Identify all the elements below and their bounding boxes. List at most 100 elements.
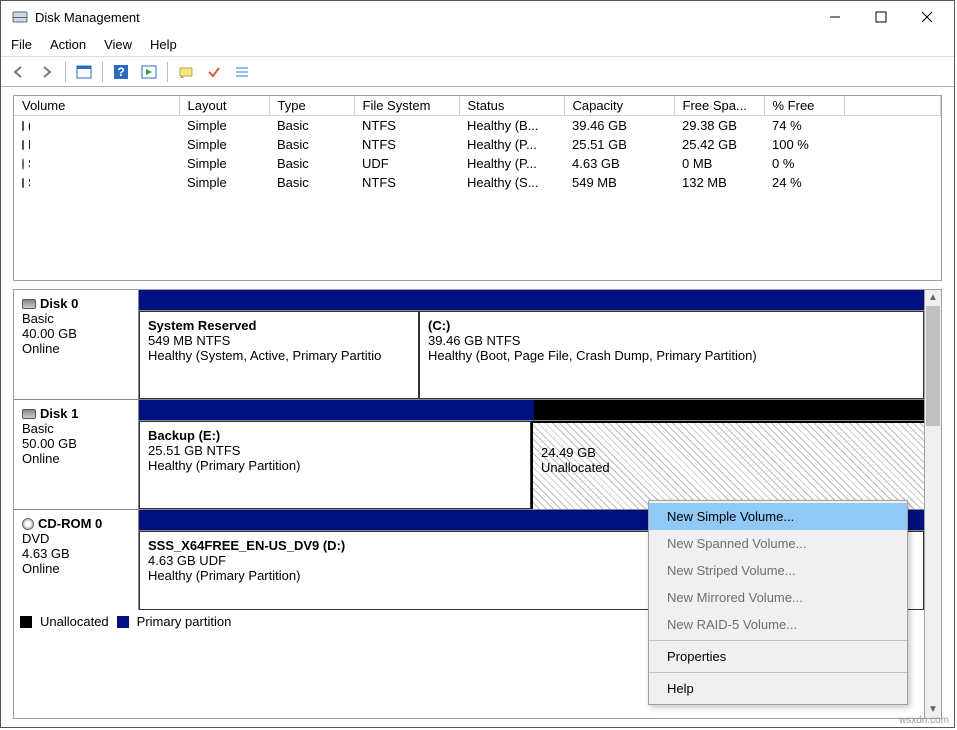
col-filesystem[interactable]: File System bbox=[354, 96, 459, 116]
disk1-partition-backup[interactable]: Backup (E:) 25.51 GB NTFS Healthy (Prima… bbox=[139, 421, 531, 509]
cell-volume: Backup (E:) bbox=[28, 137, 30, 152]
scrollbar[interactable]: ▲ ▼ bbox=[924, 289, 942, 719]
minimize-button[interactable] bbox=[812, 3, 858, 31]
cell-capacity: 39.46 GB bbox=[564, 116, 674, 136]
volume-table: Volume Layout Type File System Status Ca… bbox=[14, 96, 941, 192]
col-free[interactable]: Free Spa... bbox=[674, 96, 764, 116]
partition-size: 549 MB NTFS bbox=[148, 333, 410, 348]
ctx-new-spanned-volume: New Spanned Volume... bbox=[649, 530, 907, 557]
disk-icon bbox=[22, 140, 24, 150]
partition-name: System Reserved bbox=[148, 318, 410, 333]
legend-unallocated-label: Unallocated bbox=[40, 614, 109, 629]
cell-layout: Simple bbox=[179, 116, 269, 136]
menu-view[interactable]: View bbox=[104, 37, 132, 52]
col-capacity[interactable]: Capacity bbox=[564, 96, 674, 116]
disk1-size: 50.00 GB bbox=[22, 436, 130, 451]
list-icon[interactable] bbox=[230, 60, 254, 84]
table-row[interactable]: System ReservedSimpleBasicNTFSHealthy (S… bbox=[14, 173, 941, 192]
disk0-partition-system-reserved[interactable]: System Reserved 549 MB NTFS Healthy (Sys… bbox=[139, 311, 419, 399]
cell-capacity: 549 MB bbox=[564, 173, 674, 192]
col-status[interactable]: Status bbox=[459, 96, 564, 116]
cell-free: 132 MB bbox=[674, 173, 764, 192]
ctx-separator bbox=[649, 672, 907, 673]
cdrom0-state: Online bbox=[22, 561, 130, 576]
cell-fs: NTFS bbox=[354, 135, 459, 154]
cdrom0-size: 4.63 GB bbox=[22, 546, 130, 561]
disk1-partitions: Backup (E:) 25.51 GB NTFS Healthy (Prima… bbox=[139, 400, 924, 509]
maximize-button[interactable] bbox=[858, 3, 904, 31]
cell-free: 25.42 GB bbox=[674, 135, 764, 154]
watermark: wsxdn.com bbox=[899, 715, 949, 726]
disk1-unallocated[interactable]: 24.49 GB Unallocated bbox=[531, 421, 924, 509]
cell-fs: NTFS bbox=[354, 116, 459, 136]
ctx-help[interactable]: Help bbox=[649, 675, 907, 702]
settings-icon[interactable] bbox=[202, 60, 226, 84]
cell-capacity: 25.51 GB bbox=[564, 135, 674, 154]
titlebar[interactable]: Disk Management bbox=[1, 1, 954, 33]
close-button[interactable] bbox=[904, 3, 950, 31]
cdrom0-label[interactable]: CD-ROM 0 DVD 4.63 GB Online bbox=[14, 510, 139, 610]
help-icon[interactable]: ? bbox=[109, 60, 133, 84]
partition-status: Healthy (Primary Partition) bbox=[148, 458, 522, 473]
scroll-thumb[interactable] bbox=[926, 306, 940, 426]
cell-pct: 0 % bbox=[764, 154, 844, 173]
disk0-partition-c[interactable]: (C:) 39.46 GB NTFS Healthy (Boot, Page F… bbox=[419, 311, 924, 399]
menu-action[interactable]: Action bbox=[50, 37, 86, 52]
toolbar-action-icon[interactable] bbox=[137, 60, 161, 84]
cell-fs: UDF bbox=[354, 154, 459, 173]
disk0-label[interactable]: Disk 0 Basic 40.00 GB Online bbox=[14, 290, 139, 399]
cell-status: Healthy (P... bbox=[459, 135, 564, 154]
partition-status: Healthy (Boot, Page File, Crash Dump, Pr… bbox=[428, 348, 915, 363]
legend-primary-swatch bbox=[117, 616, 129, 628]
legend-primary-label: Primary partition bbox=[137, 614, 232, 629]
unallocated-size: 24.49 GB bbox=[541, 445, 916, 460]
disk-management-icon bbox=[11, 8, 29, 26]
col-pctfree[interactable]: % Free bbox=[764, 96, 844, 116]
partition-status: Healthy (System, Active, Primary Partiti… bbox=[148, 348, 410, 363]
toolbar-show-hide-icon[interactable] bbox=[72, 60, 96, 84]
ctx-new-simple-volume[interactable]: New Simple Volume... bbox=[649, 503, 907, 530]
disk-icon bbox=[22, 299, 36, 309]
cell-pct: 100 % bbox=[764, 135, 844, 154]
col-layout[interactable]: Layout bbox=[179, 96, 269, 116]
partition-stripe bbox=[139, 290, 924, 310]
table-row[interactable]: Backup (E:)SimpleBasicNTFSHealthy (P...2… bbox=[14, 135, 941, 154]
disk0-state: Online bbox=[22, 341, 130, 356]
col-volume[interactable]: Volume bbox=[14, 96, 179, 116]
cdrom0-name: CD-ROM 0 bbox=[38, 516, 102, 531]
disk1-name: Disk 1 bbox=[40, 406, 78, 421]
partition-name: Backup (E:) bbox=[148, 428, 522, 443]
table-row[interactable]: SSS_X64FREE_EN-...SimpleBasicUDFHealthy … bbox=[14, 154, 941, 173]
cd-icon bbox=[22, 158, 24, 170]
cd-icon bbox=[22, 518, 34, 530]
ctx-new-mirrored-volume: New Mirrored Volume... bbox=[649, 584, 907, 611]
cell-status: Healthy (B... bbox=[459, 116, 564, 136]
window-title: Disk Management bbox=[35, 10, 140, 25]
ctx-separator bbox=[649, 640, 907, 641]
back-button[interactable] bbox=[7, 60, 31, 84]
unallocated-label: Unallocated bbox=[541, 460, 916, 475]
scroll-up-icon[interactable]: ▲ bbox=[925, 290, 941, 306]
ctx-properties[interactable]: Properties bbox=[649, 643, 907, 670]
disk1-row: Disk 1 Basic 50.00 GB Online Backup (E:) bbox=[14, 400, 924, 510]
cell-pct: 74 % bbox=[764, 116, 844, 136]
refresh-icon[interactable] bbox=[174, 60, 198, 84]
cdrom0-type: DVD bbox=[22, 531, 130, 546]
cell-free: 0 MB bbox=[674, 154, 764, 173]
disk0-type: Basic bbox=[22, 311, 130, 326]
ctx-new-striped-volume: New Striped Volume... bbox=[649, 557, 907, 584]
cell-pct: 24 % bbox=[764, 173, 844, 192]
menu-help[interactable]: Help bbox=[150, 37, 177, 52]
toolbar: ? bbox=[1, 57, 954, 87]
partition-stripe bbox=[139, 400, 924, 420]
volume-list[interactable]: Volume Layout Type File System Status Ca… bbox=[13, 95, 942, 281]
col-type[interactable]: Type bbox=[269, 96, 354, 116]
menu-file[interactable]: File bbox=[11, 37, 32, 52]
disk1-label[interactable]: Disk 1 Basic 50.00 GB Online bbox=[14, 400, 139, 509]
cell-status: Healthy (S... bbox=[459, 173, 564, 192]
table-row[interactable]: (C:)SimpleBasicNTFSHealthy (B...39.46 GB… bbox=[14, 116, 941, 136]
disk0-partitions: System Reserved 549 MB NTFS Healthy (Sys… bbox=[139, 290, 924, 399]
cell-type: Basic bbox=[269, 116, 354, 136]
forward-button[interactable] bbox=[35, 60, 59, 84]
disk0-name: Disk 0 bbox=[40, 296, 78, 311]
